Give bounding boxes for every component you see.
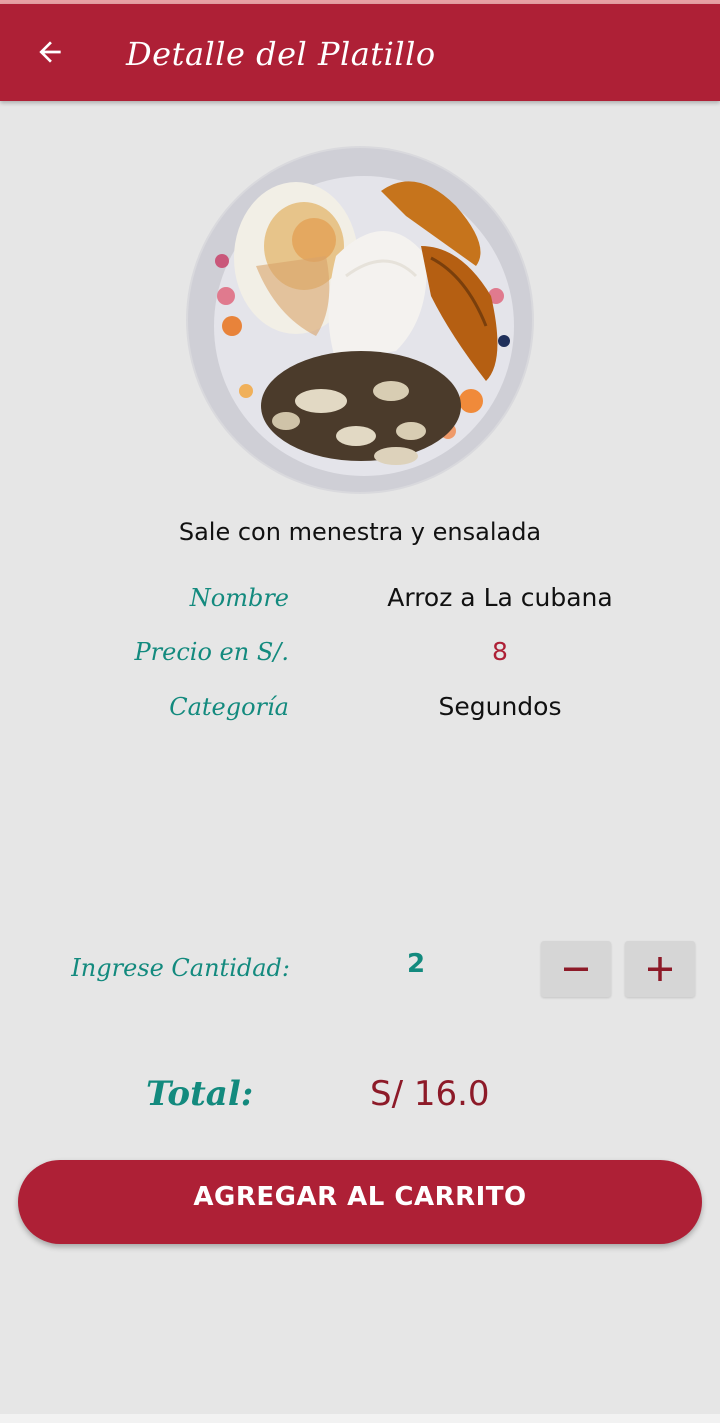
plus-icon	[648, 957, 672, 981]
arrow-left-icon	[39, 41, 61, 63]
minus-icon	[564, 967, 588, 971]
name-value: Arroz a La cubana	[387, 583, 613, 612]
dish-description: Sale con menestra y ensalada	[178, 518, 542, 546]
add-to-cart-button[interactable]: AGREGAR AL CARRITO	[18, 1160, 702, 1244]
total-label: Total:	[146, 1074, 254, 1114]
decrement-button[interactable]	[541, 941, 611, 997]
quantity-label: Ingrese Cantidad:	[71, 954, 290, 982]
increment-button[interactable]	[625, 941, 695, 997]
quantity-value: 2	[406, 949, 426, 979]
category-label: Categoría	[169, 693, 289, 721]
dish-photo	[186, 146, 534, 494]
price-value: 8	[492, 637, 508, 666]
price-label: Precio en S/.	[134, 638, 289, 666]
page-title: Detalle del Platillo	[126, 35, 436, 73]
dish-photo-illustration	[188, 148, 532, 492]
total-value: S/ 16.0	[370, 1074, 490, 1114]
navigation-bar-strip	[0, 1414, 720, 1423]
name-label: Nombre	[189, 584, 289, 612]
back-button[interactable]	[30, 32, 70, 72]
add-to-cart-label: AGREGAR AL CARRITO	[193, 1182, 527, 1212]
category-value: Segundos	[438, 692, 562, 721]
app-bar: Detalle del Platillo	[0, 4, 720, 101]
